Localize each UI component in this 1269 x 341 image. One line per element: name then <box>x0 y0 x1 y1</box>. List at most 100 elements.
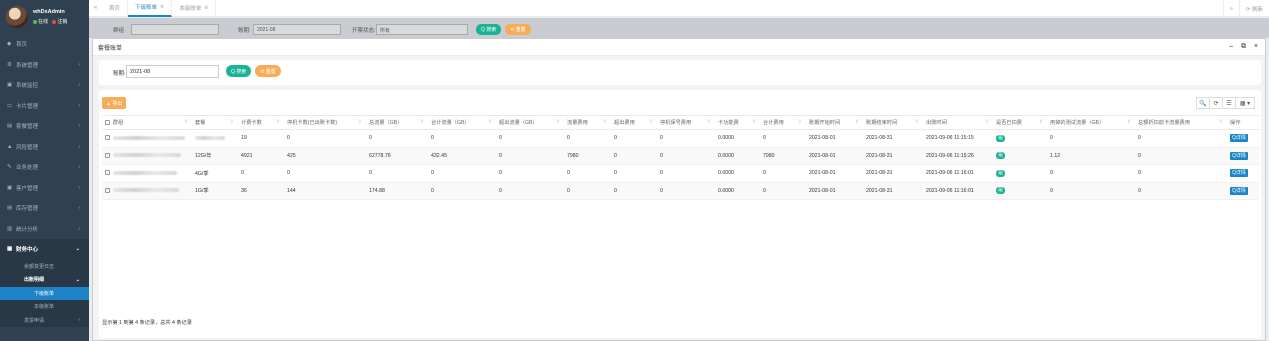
column-header-total-fee[interactable]: 合计费用 ⇕ <box>760 115 806 130</box>
column-header-start[interactable]: 账期开始时间 ⇕ <box>806 115 863 130</box>
logout-link[interactable]: 注销 <box>57 19 67 25</box>
window-controls[interactable]: – ⧉ × <box>1229 43 1261 51</box>
table-row: 19 0 0 0 0 0 0 0 0.0000 0 2021-08-01 202… <box>102 129 1259 148</box>
finance-icon: ▦ <box>7 246 13 253</box>
sidebar-item-home[interactable]: ◆ 首页 <box>0 34 89 55</box>
sum-cell: 0 <box>428 182 496 200</box>
row-checkbox[interactable] <box>105 135 110 141</box>
sidebar-item-card[interactable]: ▭ 卡片管理 ‹ <box>0 96 89 117</box>
sidebar-item-plan[interactable]: ▤ 套餐管理 ‹ <box>0 116 89 137</box>
sidebar-item-stats[interactable]: ▥ 统计分析 ‹ <box>0 219 89 240</box>
detail-button[interactable]: Q详情 <box>1230 134 1248 143</box>
detail-button[interactable]: Q详情 <box>1230 186 1248 195</box>
column-label: 用掉的测试流量（GB） <box>1050 120 1105 126</box>
sort-icon: ⇕ <box>706 119 711 125</box>
gear-icon: ⚙ <box>7 61 12 68</box>
export-button[interactable]: ▲ 导出 <box>102 97 127 109</box>
detail-button[interactable]: Q详情 <box>1230 151 1248 160</box>
column-header-func-fee[interactable]: 卡功能费 ⇕ <box>715 115 760 130</box>
list-icon[interactable]: ☰ <box>1222 97 1236 109</box>
column-header-total-traffic[interactable]: 总流量（GB） ⇕ <box>366 115 428 130</box>
totalfee-cell: 0 <box>760 129 806 148</box>
refresh-icon[interactable]: ⟳ <box>1209 97 1223 109</box>
column-label: 合计流量（GB） <box>431 120 470 126</box>
sidebar-item-monitor[interactable]: ▣ 系统监控 ‹ <box>0 75 89 96</box>
column-header-stopped-cards[interactable]: 停机卡数(已出账卡数) ⇕ <box>284 115 366 130</box>
sidebar-item-label: 出账明细 <box>24 277 45 284</box>
avatar[interactable] <box>6 6 28 28</box>
sidebar-item-label: 库存管理 <box>16 206 39 213</box>
tab-prev-icon[interactable]: « <box>89 5 102 11</box>
column-header-over-fee[interactable]: 超出费用 ⇕ <box>611 115 657 130</box>
sidebar-item-balance-log[interactable]: 余额变更日志 <box>0 260 89 274</box>
action-cell: Q详情 <box>1227 182 1259 200</box>
sidebar-item-stock[interactable]: ▤ 库存管理 ‹ <box>0 198 89 219</box>
test-cell: 0 <box>1047 129 1135 148</box>
close-icon[interactable]: ⊗ <box>204 5 208 11</box>
sort-icon: ⇕ <box>275 119 280 125</box>
modal-title: 套餐账单 <box>98 45 123 52</box>
username: whDxAdmin <box>33 9 65 15</box>
column-header-group[interactable]: 群组 ⇕ <box>102 115 192 130</box>
end-cell: 2021-08-31 <box>863 147 923 165</box>
logout-dot-icon <box>52 19 57 24</box>
column-header-test-traffic[interactable]: 用掉的测试流量（GB） ⇕ <box>1047 115 1135 130</box>
overfee-cell: 0 <box>611 182 657 200</box>
funcfee-cell: 0.0000 <box>715 147 760 165</box>
sidebar-item-sub-bill[interactable]: 下级账单 <box>0 286 89 300</box>
sidebar-item-system[interactable]: ⚙ 系统管理 ‹ <box>0 55 89 76</box>
close-icon[interactable]: ⊗ <box>160 4 164 10</box>
sidebar-item-finance[interactable]: ▦ 财务中心 ⌄ <box>0 239 89 260</box>
action-cell: Q详情 <box>1227 147 1259 165</box>
select-all-checkbox[interactable] <box>105 120 110 126</box>
tab-next-icon[interactable]: » <box>1222 0 1239 17</box>
sum-cell: 432.45 <box>428 147 496 165</box>
column-header-deducted[interactable]: 是否已扣费 ⇕ <box>993 115 1047 130</box>
sidebar-item-billing-detail[interactable]: 出账明细 ⌄ <box>0 273 89 287</box>
sidebar-item-customer[interactable]: ▣ 客户管理 ‹ <box>0 178 89 199</box>
sort-icon: ⇕ <box>1038 119 1043 125</box>
sidebar-item-business[interactable]: ✎ 业务处理 ‹ <box>0 157 89 178</box>
column-header-keep-fee[interactable]: 停机保号费用 ⇕ <box>657 115 715 130</box>
search-button[interactable]: Q 搜索 <box>226 65 252 77</box>
columns-icon[interactable]: ▦ ▾ <box>1235 97 1255 109</box>
period-input[interactable]: 2021-08 <box>126 65 219 78</box>
tab-self-bill[interactable]: 本级账单 ⊗ <box>172 0 217 17</box>
tab-bar: « 首页 下级账单 ⊗ 本级账单 ⊗ » ⟳ 刷新 <box>89 0 1269 17</box>
sidebar-item-self-bill[interactable]: 本级账单 <box>0 300 89 314</box>
chevron-left-icon: ‹ <box>78 102 80 109</box>
sidebar-item-risk[interactable]: ▲ 风险管理 ‹ <box>0 137 89 158</box>
column-label: 套餐 <box>195 120 206 126</box>
row-checkbox[interactable] <box>105 152 110 158</box>
column-header-billed-cards[interactable]: 计费卡数 ⇕ <box>238 115 284 130</box>
column-header-pre-discount[interactable]: 总额折扣前卡流量费用 ⇕ <box>1135 115 1227 130</box>
redacted-plan-name <box>195 135 225 140</box>
chevron-left-icon: ‹ <box>78 184 80 191</box>
chevron-left-icon: ‹ <box>78 143 80 150</box>
column-header-over-traffic[interactable]: 超出流量（GB） ⇕ <box>496 115 564 130</box>
tab-home[interactable]: 首页 <box>102 0 129 17</box>
column-header-sum-traffic[interactable]: 合计流量（GB） ⇕ <box>428 115 496 130</box>
action-cell: Q详情 <box>1227 164 1259 183</box>
row-checkbox[interactable] <box>105 170 110 176</box>
redacted-group-name <box>112 188 179 193</box>
invoice-status-select: 所有 <box>376 24 468 35</box>
detail-button[interactable]: Q详情 <box>1230 169 1248 178</box>
end-cell: 2021-08-31 <box>863 182 923 200</box>
sidebar-item-invoice[interactable]: 发票申请 ‹ <box>0 314 89 328</box>
group-cell <box>102 129 192 148</box>
column-header-traffic-fee[interactable]: 流量费用 ⇕ <box>564 115 611 130</box>
billed-cell: 4921 <box>238 147 284 165</box>
search-icon[interactable]: 🔍 <box>1196 97 1210 109</box>
refresh-button[interactable]: ⟳ 刷新 <box>1238 0 1269 17</box>
sidebar-item-label: 客户管理 <box>16 185 39 192</box>
column-header-plan[interactable]: 套餐 ⇕ <box>192 115 238 130</box>
tab-sub-bill[interactable]: 下级账单 ⊗ <box>128 0 173 17</box>
invoice-status-label: 开票状态: <box>352 28 376 34</box>
column-header-end[interactable]: 账期结束时间 ⇕ <box>863 115 923 130</box>
column-header-bill-time[interactable]: 出账时间 ⇕ <box>923 115 993 130</box>
sort-icon: ⇕ <box>984 119 989 125</box>
row-checkbox[interactable] <box>105 187 110 193</box>
reset-button[interactable]: ⟲ 重置 <box>255 65 281 77</box>
pagination-info: 显示第 1 到第 4 条记录，总共 4 条记录 <box>102 320 192 326</box>
